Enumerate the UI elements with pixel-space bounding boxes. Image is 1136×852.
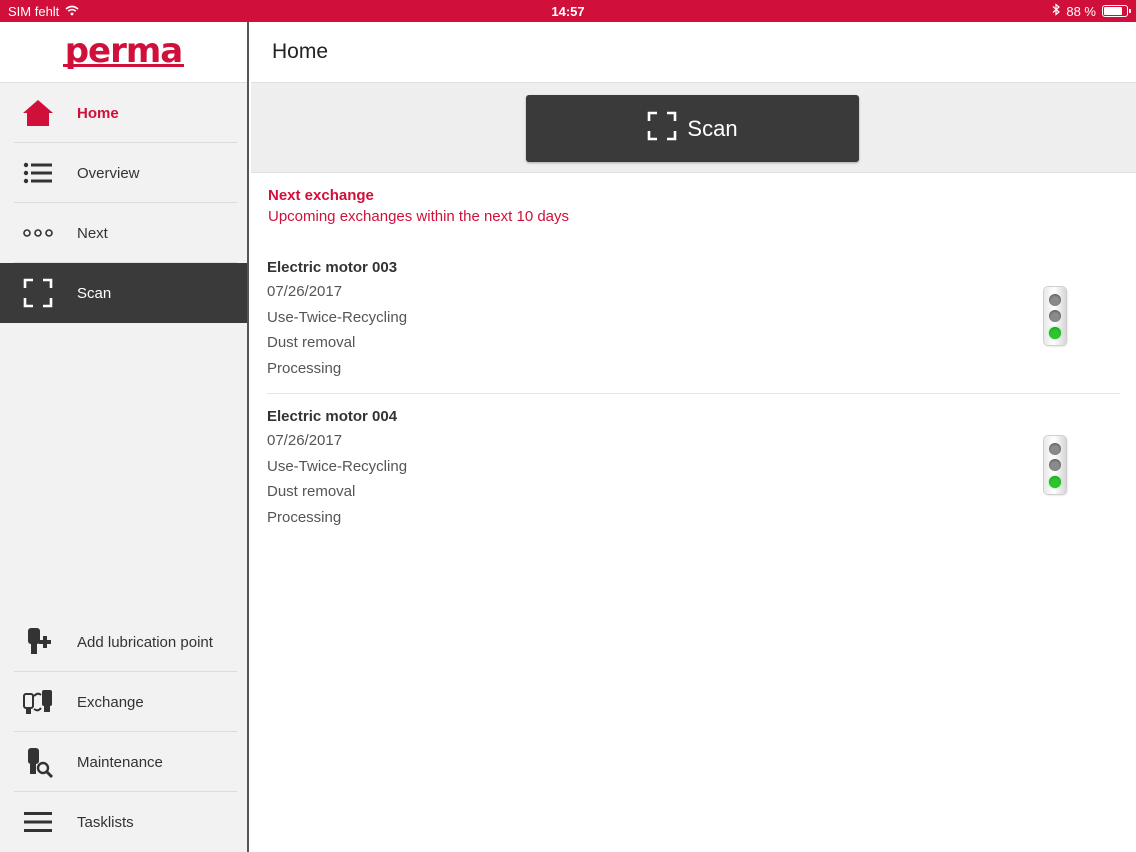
sidebar-bottom-nav: Add lubrication point Exchange Maintenan… <box>0 612 247 852</box>
sidebar-item-label: Overview <box>77 164 140 182</box>
scan-button-label: Scan <box>687 115 738 141</box>
item-lubricator: Use-Twice-Recycling <box>267 457 408 475</box>
scan-icon <box>647 111 677 147</box>
sidebar-item-exchange[interactable]: Exchange <box>0 672 247 732</box>
section-title: Next exchange <box>268 187 374 204</box>
item-status: Processing <box>267 359 342 377</box>
sidebar-item-maintenance[interactable]: Maintenance <box>0 732 247 792</box>
maintenance-icon <box>22 746 54 778</box>
exchange-list: Electric motor 003 07/26/2017 Use-Twice-… <box>267 245 1120 543</box>
scan-button[interactable]: Scan <box>526 95 859 162</box>
list-icon <box>22 157 54 189</box>
traffic-light-yellow <box>1049 310 1061 322</box>
traffic-light-icon <box>1044 287 1066 345</box>
sidebar-item-label: Exchange <box>77 693 144 711</box>
sidebar-item-label: Maintenance <box>77 753 163 771</box>
battery-percent: 88 % <box>1066 3 1096 19</box>
wifi-icon <box>65 4 79 19</box>
sidebar-item-home[interactable]: Home <box>0 83 247 143</box>
perma-logo: perma <box>62 30 185 71</box>
item-date: 07/26/2017 <box>267 432 343 449</box>
list-item[interactable]: Electric motor 003 07/26/2017 Use-Twice-… <box>267 245 1120 394</box>
sidebar: perma Home Overview Next Scan Add lubric… <box>0 22 249 852</box>
bluetooth-icon <box>1052 3 1061 19</box>
traffic-light-icon <box>1044 436 1066 494</box>
sidebar-item-label: Scan <box>77 284 112 302</box>
sidebar-item-scan[interactable]: Scan <box>0 263 247 323</box>
battery-icon <box>1102 5 1131 17</box>
scan-bar: Scan <box>251 83 1136 173</box>
item-name: Electric motor 003 <box>267 259 398 276</box>
next-exchange-section: Next exchange Upcoming exchanges within … <box>251 173 1136 543</box>
sidebar-item-overview[interactable]: Overview <box>0 143 247 203</box>
traffic-light-red <box>1049 442 1061 455</box>
sidebar-item-label: Add lubrication point <box>77 633 213 651</box>
item-status: Processing <box>267 508 342 526</box>
home-icon <box>22 97 54 129</box>
item-name: Electric motor 004 <box>267 408 398 425</box>
section-subtitle: Upcoming exchanges within the next 10 da… <box>268 208 570 225</box>
dots-icon <box>22 217 54 249</box>
status-time: 14:57 <box>551 4 585 19</box>
sidebar-item-tasklists[interactable]: Tasklists <box>0 792 247 852</box>
menu-icon <box>22 806 54 838</box>
exchange-icon <box>22 686 54 718</box>
traffic-light-green <box>1049 326 1061 339</box>
sidebar-item-label: Tasklists <box>77 813 134 831</box>
sidebar-item-label: Home <box>77 104 119 122</box>
page-header: Home <box>251 22 1136 83</box>
status-bar: SIM fehlt 14:57 88 % <box>0 0 1136 22</box>
carrier-text: SIM fehlt <box>8 4 60 19</box>
list-item[interactable]: Electric motor 004 07/26/2017 Use-Twice-… <box>267 394 1120 543</box>
sidebar-item-add-lubrication-point[interactable]: Add lubrication point <box>0 612 247 672</box>
main-content: Home Scan Next exchange Upcoming exchang… <box>251 22 1136 852</box>
traffic-light-red <box>1049 293 1061 306</box>
traffic-light-yellow <box>1049 459 1061 471</box>
scan-icon <box>22 277 54 309</box>
logo-area: perma <box>0 22 247 83</box>
item-lubricator: Use-Twice-Recycling <box>267 308 408 326</box>
sidebar-item-label: Next <box>77 224 108 242</box>
page-title: Home <box>272 40 329 63</box>
battery-level <box>1104 7 1122 15</box>
item-location: Dust removal <box>267 334 356 351</box>
traffic-light-green <box>1049 475 1061 488</box>
add-lubricator-icon <box>22 626 54 658</box>
sidebar-item-next[interactable]: Next <box>0 203 247 263</box>
item-date: 07/26/2017 <box>267 283 343 300</box>
item-location: Dust removal <box>267 483 356 500</box>
